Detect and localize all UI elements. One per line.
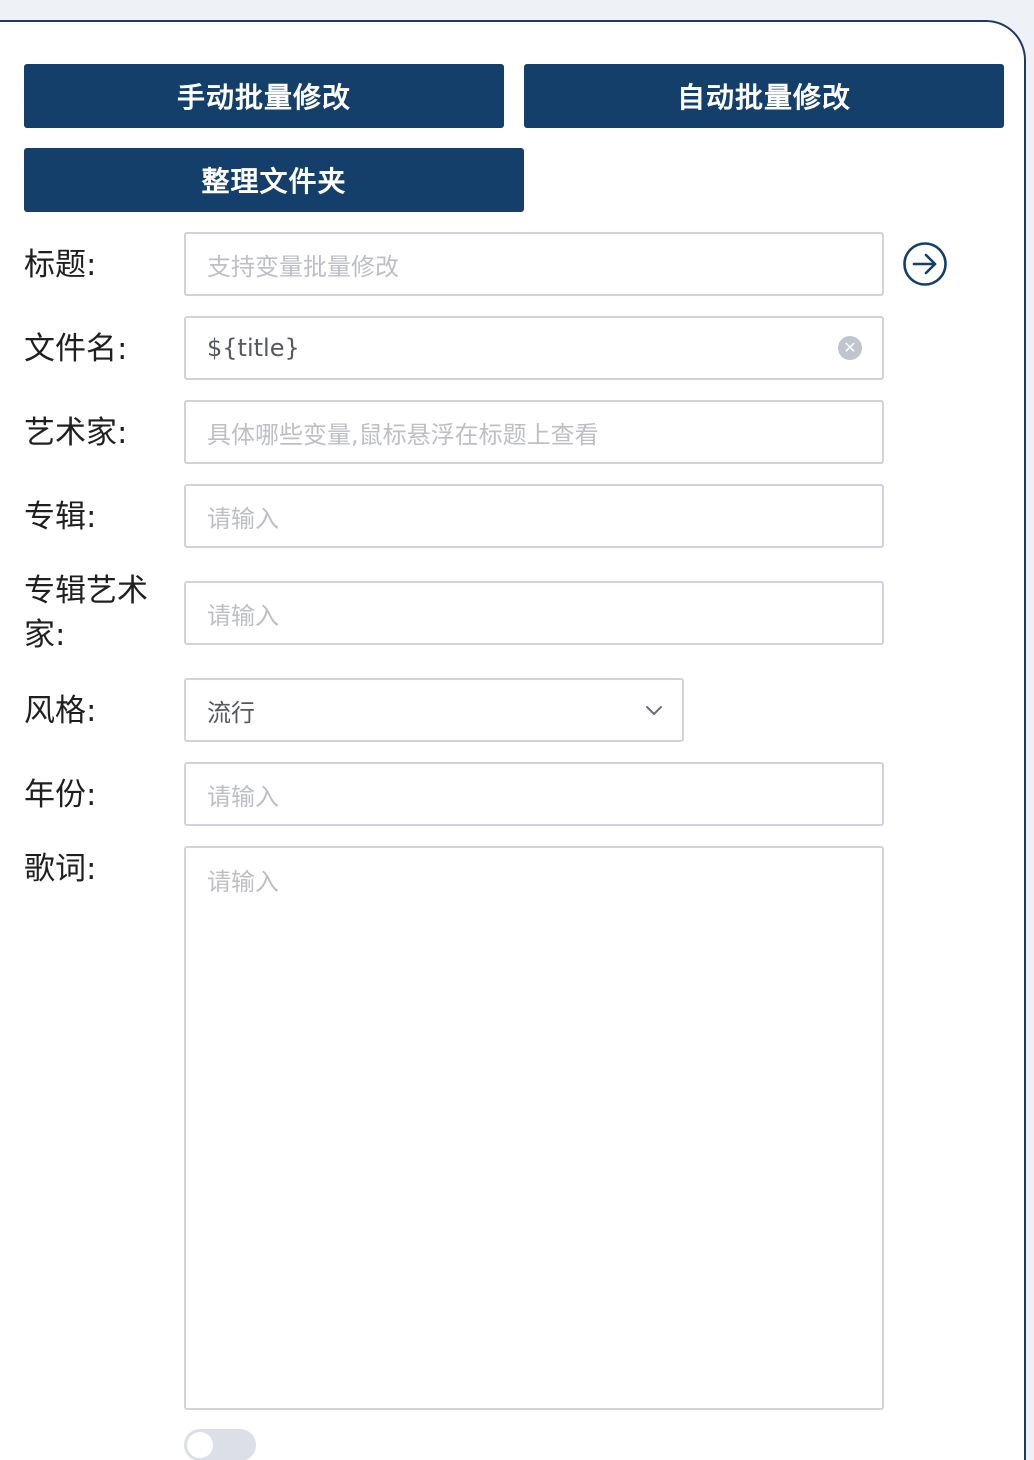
lyrics-placeholder: 请输入: [207, 868, 279, 896]
album-label: 专辑:: [24, 499, 97, 535]
genre-label: 风格:: [24, 693, 97, 729]
clear-circle-icon[interactable]: ✕: [838, 336, 862, 360]
filename-input[interactable]: ${title} ✕: [184, 316, 884, 380]
filename-value: ${title}: [207, 334, 300, 362]
year-placeholder: 请输入: [207, 782, 279, 811]
auto-batch-edit-button[interactable]: 自动批量修改: [524, 64, 1004, 128]
manual-batch-edit-button[interactable]: 手动批量修改: [24, 64, 504, 128]
genre-select[interactable]: 流行: [184, 678, 684, 742]
toggle-switch[interactable]: [184, 1429, 256, 1460]
artist-input[interactable]: 具体哪些变量,鼠标悬浮在标题上查看: [184, 400, 884, 464]
batch-edit-panel: 手动批量修改 自动批量修改 整理文件夹 标题: 支持变量批量修改 文件名: ${…: [0, 20, 1026, 1460]
year-input[interactable]: 请输入: [184, 762, 884, 826]
title-label: 标题:: [24, 247, 97, 283]
organize-folder-button[interactable]: 整理文件夹: [24, 148, 524, 212]
year-label: 年份:: [24, 777, 97, 813]
album-placeholder: 请输入: [207, 504, 279, 533]
lyrics-label: 歌词:: [24, 851, 97, 887]
lyrics-textarea[interactable]: 请输入: [184, 846, 884, 1410]
album-artist-label-line1: 专辑艺术: [24, 573, 148, 609]
album-artist-input[interactable]: 请输入: [184, 581, 884, 645]
artist-placeholder: 具体哪些变量,鼠标悬浮在标题上查看: [207, 420, 599, 449]
album-input[interactable]: 请输入: [184, 484, 884, 548]
filename-label: 文件名:: [24, 331, 128, 367]
chevron-down-icon: [646, 706, 662, 715]
album-artist-placeholder: 请输入: [207, 601, 279, 630]
genre-value: 流行: [207, 698, 255, 727]
artist-label: 艺术家:: [24, 415, 128, 451]
album-artist-label-line2: 家:: [24, 617, 66, 653]
arrow-right-circle-icon[interactable]: [902, 241, 948, 287]
title-input[interactable]: 支持变量批量修改: [184, 232, 884, 296]
title-placeholder: 支持变量批量修改: [207, 252, 399, 281]
